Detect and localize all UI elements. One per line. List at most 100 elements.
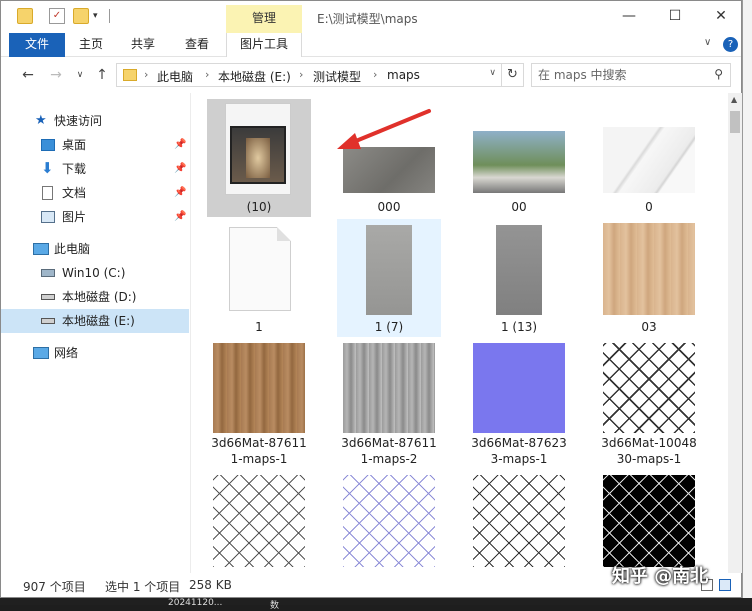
- search-icon[interactable]: ⚲: [714, 67, 723, 81]
- pin-icon[interactable]: 📌: [174, 205, 186, 229]
- file-item[interactable]: 00: [467, 99, 571, 217]
- file-item[interactable]: [207, 471, 311, 573]
- pictures-icon: [41, 211, 55, 223]
- image-thumbnail: [603, 343, 695, 433]
- folder-icon[interactable]: [17, 8, 33, 24]
- tab-file[interactable]: 文件: [9, 33, 65, 57]
- breadcrumb-separator[interactable]: ›: [205, 68, 209, 81]
- nav-label: 本地磁盘 (E:): [62, 314, 135, 328]
- scroll-up-icon[interactable]: ▲: [731, 95, 737, 104]
- taskbar-background: [0, 598, 752, 605]
- refresh-icon[interactable]: ↻: [502, 63, 524, 87]
- image-thumbnail: [603, 223, 695, 315]
- customize-toolbar-chevron-icon[interactable]: ▾: [93, 11, 103, 27]
- file-name: 00: [511, 200, 527, 214]
- address-dropdown-chevron-icon[interactable]: ∨: [489, 68, 496, 78]
- nav-label: Win10 (C:): [62, 266, 126, 280]
- tab-share[interactable]: 共享: [131, 33, 155, 57]
- nav-drive-c[interactable]: Win10 (C:): [1, 261, 189, 285]
- breadcrumb-separator[interactable]: ›: [373, 68, 377, 81]
- nav-desktop[interactable]: 桌面 📌: [1, 133, 189, 157]
- nav-drive-e[interactable]: 本地磁盘 (E:): [1, 309, 189, 333]
- image-thumbnail: [343, 475, 435, 567]
- breadcrumb-separator[interactable]: ›: [299, 68, 303, 81]
- close-button[interactable]: ✕: [699, 5, 743, 29]
- breadcrumb-this-pc[interactable]: 此电脑: [157, 68, 193, 85]
- minimize-button[interactable]: —: [607, 5, 651, 29]
- file-item[interactable]: [597, 471, 701, 573]
- breadcrumb-separator[interactable]: ›: [144, 68, 148, 81]
- explorer-window: ✓ ▾ 管理 E:\测试模型\maps — ☐ ✕ 文件 主页 共享 查看 图片…: [0, 0, 742, 598]
- file-item[interactable]: (10): [207, 99, 311, 217]
- title-bar: ✓ ▾ 管理 E:\测试模型\maps — ☐ ✕: [1, 1, 741, 33]
- file-name: 3d66Mat-87611 1-maps-1: [211, 436, 307, 466]
- file-item[interactable]: 03: [597, 219, 701, 337]
- file-item[interactable]: 3d66Mat-87623 3-maps-1: [467, 339, 571, 466]
- download-arrow-icon: ⬇: [41, 159, 54, 177]
- pin-icon[interactable]: 📌: [174, 181, 186, 205]
- maximize-button[interactable]: ☐: [653, 5, 697, 29]
- file-item[interactable]: 3d66Mat-10048 30-maps-1: [597, 339, 701, 466]
- file-list: (10) 000 00 0 1 1 (7) 1 (13) 03 3d66Mat-…: [192, 93, 728, 573]
- file-item[interactable]: [467, 471, 571, 573]
- drive-icon: [41, 294, 55, 300]
- file-item[interactable]: 3d66Mat-87611 1-maps-1: [207, 339, 311, 466]
- file-item[interactable]: [337, 471, 441, 573]
- scroll-thumb[interactable]: [730, 111, 740, 133]
- tab-picture-tools[interactable]: 图片工具: [226, 33, 302, 57]
- computer-icon: [33, 243, 49, 255]
- item-count: 907 个项目: [23, 580, 86, 594]
- nav-drive-d[interactable]: 本地磁盘 (D:): [1, 285, 189, 309]
- search-box[interactable]: ⚲: [531, 63, 731, 87]
- nav-label: 快速访问: [54, 114, 103, 128]
- nav-label: 下载: [62, 162, 87, 176]
- nav-quick-access[interactable]: ★ 快速访问: [1, 109, 189, 133]
- breadcrumb-maps[interactable]: maps: [387, 68, 420, 82]
- help-icon[interactable]: ?: [723, 37, 738, 52]
- file-name: 000: [377, 200, 401, 214]
- address-bar[interactable]: › 此电脑 › 本地磁盘 (E:) › 测试模型 › maps ∨: [116, 63, 502, 87]
- file-item[interactable]: 3d66Mat-87611 1-maps-2: [337, 339, 441, 466]
- tab-home[interactable]: 主页: [79, 33, 103, 57]
- search-input[interactable]: [538, 67, 698, 83]
- back-arrow-icon[interactable]: ←: [19, 66, 37, 84]
- image-thumbnail: [213, 475, 305, 567]
- expand-ribbon-chevron-icon[interactable]: ∨: [704, 37, 711, 48]
- manage-context-tab[interactable]: 管理: [226, 5, 302, 33]
- file-item[interactable]: 1: [207, 219, 311, 337]
- nav-downloads[interactable]: ⬇ 下载 📌: [1, 157, 189, 181]
- background-text: 20241120...: [168, 598, 223, 608]
- file-item[interactable]: 1 (13): [467, 219, 571, 337]
- file-item[interactable]: 1 (7): [337, 219, 441, 337]
- background-window: [742, 0, 752, 605]
- tab-view[interactable]: 查看: [185, 33, 209, 57]
- image-thumbnail: [473, 131, 565, 193]
- breadcrumb-disk-e[interactable]: 本地磁盘 (E:): [218, 68, 291, 85]
- ribbon-tabs: 文件 主页 共享 查看 图片工具 ∨ ?: [1, 33, 741, 57]
- file-name: 1 (13): [500, 320, 538, 334]
- nav-pictures[interactable]: 图片 📌: [1, 205, 189, 229]
- nav-network[interactable]: 网络: [1, 341, 189, 365]
- pin-icon[interactable]: 📌: [174, 157, 186, 181]
- image-thumbnail: [603, 475, 695, 567]
- nav-label: 此电脑: [54, 242, 91, 256]
- selected-count: 选中 1 个项目: [105, 580, 181, 594]
- vertical-scrollbar[interactable]: ▲: [728, 93, 742, 573]
- file-name: 1: [255, 320, 263, 334]
- recent-locations-chevron-icon[interactable]: ∨: [71, 66, 89, 84]
- nav-this-pc[interactable]: 此电脑: [1, 237, 189, 261]
- watermark: 知乎 @南北: [612, 566, 709, 587]
- pin-icon[interactable]: 📌: [174, 133, 186, 157]
- large-icons-view-icon[interactable]: [719, 579, 731, 591]
- nav-label: 桌面: [62, 138, 87, 152]
- properties-icon[interactable]: ✓: [49, 8, 65, 24]
- divider: [109, 9, 110, 23]
- nav-documents[interactable]: 文档 📌: [1, 181, 189, 205]
- file-name: 0: [645, 200, 653, 214]
- file-item[interactable]: 0: [597, 99, 701, 217]
- image-thumbnail: [366, 225, 412, 315]
- forward-arrow-icon[interactable]: →: [47, 66, 65, 84]
- up-arrow-icon[interactable]: ↑: [93, 66, 111, 84]
- new-folder-icon[interactable]: [73, 8, 89, 24]
- breadcrumb-test-model[interactable]: 测试模型: [313, 68, 361, 85]
